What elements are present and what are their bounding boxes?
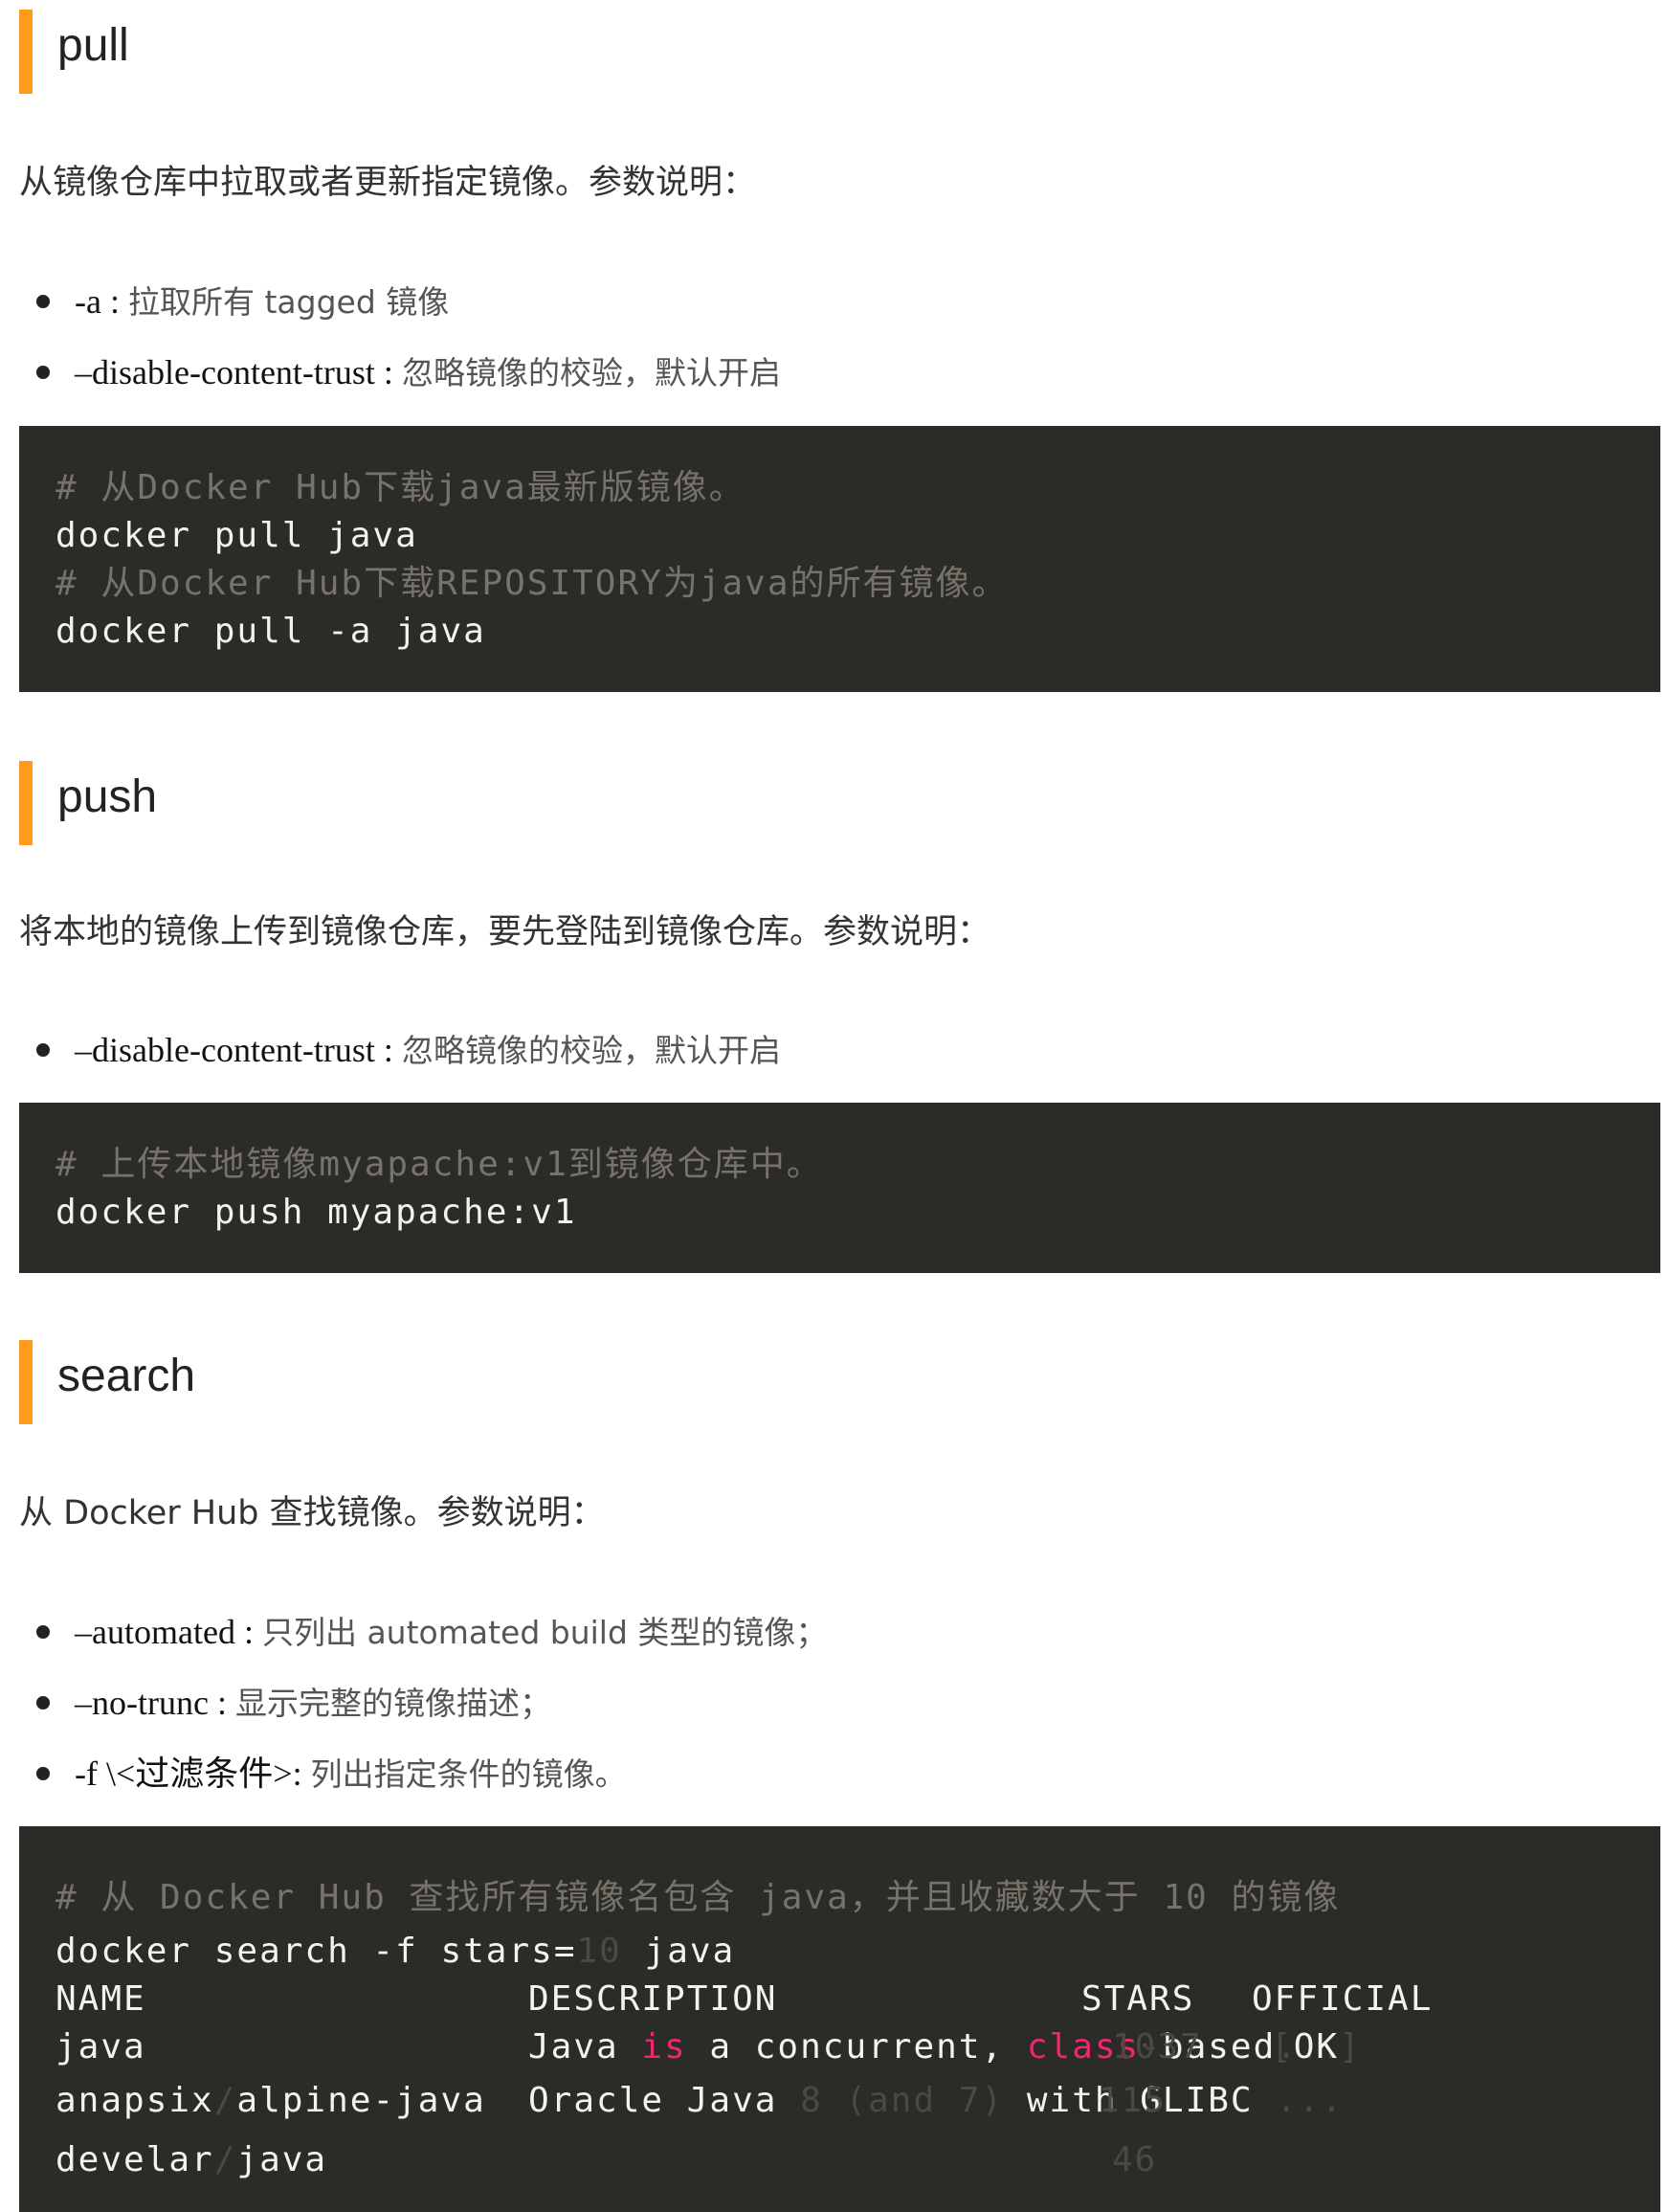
table-row: java Java is a concurrent, class-based..…	[56, 2023, 1624, 2071]
code-block-search[interactable]: # 从 Docker Hub 查找所有镜像名包含 java，并且收藏数大于 10…	[19, 1826, 1660, 2212]
list-item: –disable-content-trust : 忽略镜像的校验，默认开启	[0, 1015, 781, 1085]
param-desc: 忽略镜像的校验，默认开启	[401, 1032, 781, 1069]
param-name: –automated	[75, 1613, 235, 1651]
param-desc: 拉取所有 tagged 镜像	[127, 283, 450, 321]
search-param-list: –automated : 只列出 automated build 类型的镜像； …	[0, 1597, 827, 1809]
repo-name: java	[56, 2027, 146, 2067]
param-name: -f \<过滤条件>	[75, 1754, 293, 1793]
bullet-icon	[36, 1767, 50, 1780]
param-name: –disable-content-trust	[75, 1031, 375, 1069]
param-name: –no-trunc	[75, 1684, 209, 1722]
pull-intro: 从镜像仓库中拉取或者更新指定镜像。参数说明：	[19, 164, 757, 202]
code-comment: # 从Docker Hub下载REPOSITORY为java的所有镜像。	[56, 564, 1009, 603]
heading-search: search	[57, 1351, 196, 1401]
code-line: docker push myapache:v1	[56, 1193, 577, 1232]
param-desc: 忽略镜像的校验，默认开启	[401, 354, 781, 391]
col-name-header: NAME	[56, 1979, 146, 2019]
repo-description: Java is a concurrent, class-based...	[528, 2027, 1345, 2067]
bullet-icon	[36, 1043, 50, 1057]
table-header: NAME DESCRIPTION STARS OFFICIAL	[56, 1976, 1624, 2023]
col-official-header: OFFICIAL	[1252, 1979, 1434, 2019]
repo-official: [OK]	[1271, 2027, 1362, 2067]
list-item: -a : 拉取所有 tagged 镜像	[0, 266, 781, 337]
list-item: –no-trunc : 显示完整的镜像描述；	[0, 1667, 827, 1738]
push-intro: 将本地的镜像上传到镜像仓库，要先登陆到镜像仓库。参数说明：	[19, 913, 991, 951]
param-desc: 显示完整的镜像描述；	[234, 1685, 551, 1722]
code-line: docker pull -a java	[56, 612, 486, 651]
code-comment: # 从Docker Hub下载java最新版镜像。	[56, 468, 745, 507]
param-desc: 只列出 automated build 类型的镜像；	[261, 1614, 828, 1651]
heading-push: push	[57, 771, 158, 822]
section-heading-push: push	[19, 761, 157, 845]
push-param-list: –disable-content-trust : 忽略镜像的校验，默认开启	[0, 1015, 781, 1085]
repo-stars: 46	[1112, 2140, 1158, 2179]
code-line: docker search -f stars=10 java	[56, 1932, 736, 1971]
section-heading-pull: pull	[19, 10, 129, 94]
list-item: -f \<过滤条件>: 列出指定条件的镜像。	[0, 1738, 827, 1809]
bullet-icon	[36, 1625, 50, 1639]
param-desc: 列出指定条件的镜像。	[310, 1755, 627, 1793]
search-intro: 从 Docker Hub 查找镜像。参数说明：	[19, 1494, 605, 1532]
repo-stars: 1037	[1112, 2027, 1203, 2067]
bullet-icon	[36, 366, 50, 379]
table-row: develar/java 46	[56, 2131, 1624, 2190]
col-stars-header: STARS	[1081, 1979, 1195, 2019]
heading-pull: pull	[57, 20, 129, 71]
section-heading-search: search	[19, 1340, 195, 1424]
col-description-header: DESCRIPTION	[528, 1979, 778, 2019]
table-row: anapsix/alpine-java Oracle Java 8 (and 7…	[56, 2071, 1624, 2131]
code-block-push[interactable]: # 上传本地镜像myapache:v1到镜像仓库中。 docker push m…	[19, 1103, 1660, 1273]
code-comment: # 从 Docker Hub 查找所有镜像名包含 java，并且收藏数大于 10…	[56, 1878, 1341, 1917]
bullet-icon	[36, 295, 50, 308]
list-item: –disable-content-trust : 忽略镜像的校验，默认开启	[0, 337, 781, 408]
repo-description: Oracle Java 8 (and 7) with GLIBC ...	[528, 2081, 1345, 2120]
repo-name: anapsix/alpine-java	[56, 2081, 486, 2120]
pull-param-list: -a : 拉取所有 tagged 镜像 –disable-content-tru…	[0, 266, 781, 408]
code-block-pull[interactable]: # 从Docker Hub下载java最新版镜像。 docker pull ja…	[19, 426, 1660, 692]
param-name: -a	[75, 282, 101, 321]
code-line: docker pull java	[56, 516, 418, 555]
param-name: –disable-content-trust	[75, 353, 375, 391]
bullet-icon	[36, 1696, 50, 1709]
code-comment: # 上传本地镜像myapache:v1到镜像仓库中。	[56, 1145, 823, 1184]
repo-name: develar/java	[56, 2140, 328, 2179]
list-item: –automated : 只列出 automated build 类型的镜像；	[0, 1597, 827, 1667]
repo-stars: 115	[1099, 2081, 1168, 2120]
